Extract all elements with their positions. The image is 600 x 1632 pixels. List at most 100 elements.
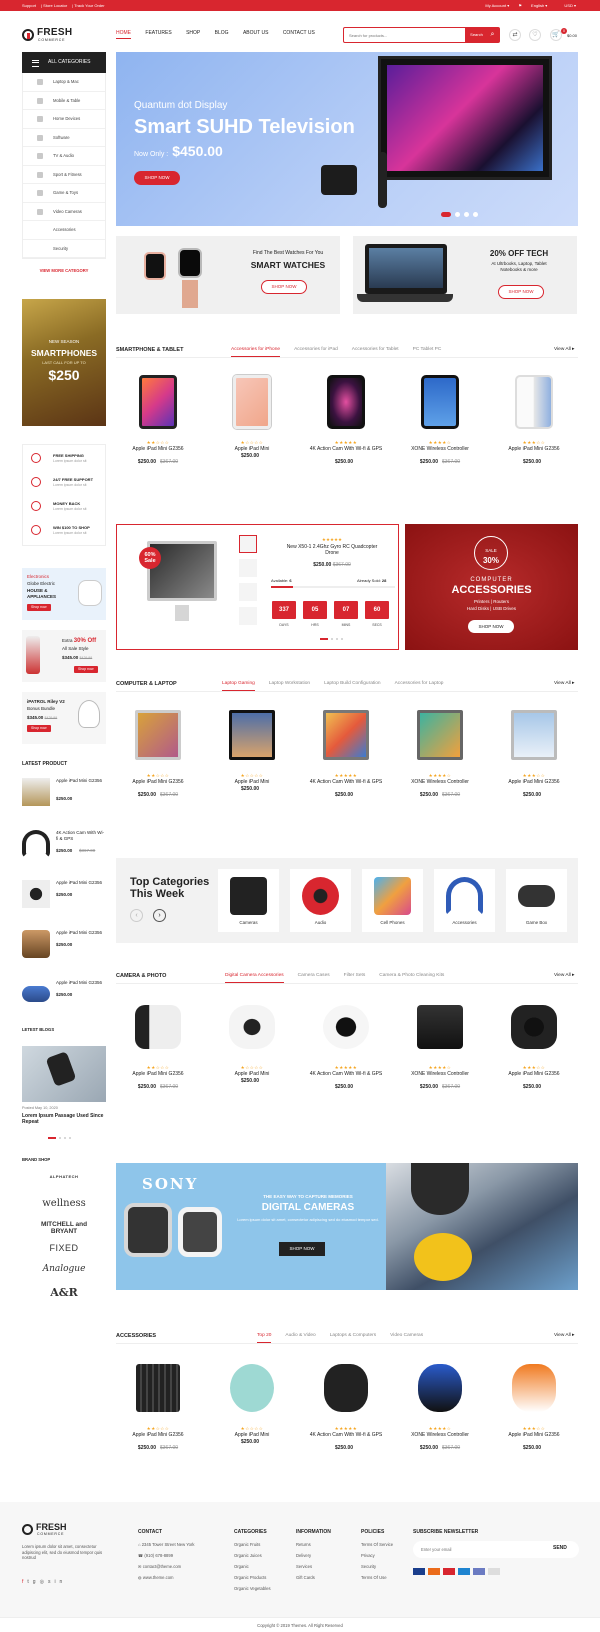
view-all-link[interactable]: View All ▸ bbox=[554, 681, 574, 686]
product-name[interactable]: Apple iPad Mini G2356 bbox=[116, 1071, 200, 1077]
category-item[interactable]: Home Devices bbox=[23, 110, 105, 129]
product-name[interactable]: 4K Action Cam With Wi-fi & GPS bbox=[304, 779, 388, 785]
category-card[interactable]: Cell Phones bbox=[362, 869, 423, 932]
footer-logo[interactable]: FRESH COMMERCE bbox=[22, 1522, 72, 1540]
category-item[interactable]: Sport & Fitness bbox=[23, 166, 105, 184]
view-more-category-link[interactable]: VIEW MORE CATEGORY bbox=[22, 264, 106, 278]
blog-image[interactable] bbox=[22, 1046, 106, 1102]
product-name[interactable]: Apple iPad Mini bbox=[210, 446, 294, 452]
brand-logo[interactable]: A&R bbox=[22, 1286, 106, 1299]
shop-now-button[interactable]: SHOP NOW bbox=[279, 1242, 325, 1256]
product-card[interactable]: ★☆☆☆☆ Apple iPad Mini $250.00 bbox=[210, 1350, 294, 1462]
compare-icon[interactable]: ⇄ bbox=[509, 29, 521, 41]
next-arrow-icon[interactable]: › bbox=[153, 909, 166, 922]
product-card[interactable]: ★★★★★ 4K Action Cam With Wi-fi & GPS $250.… bbox=[304, 697, 388, 809]
my-account-dropdown[interactable]: My Account ▾ bbox=[477, 3, 509, 8]
product-name[interactable]: Apple iPad Mini G2356 bbox=[116, 779, 200, 785]
product-name[interactable]: Apple iPad Mini bbox=[210, 1071, 294, 1077]
search-button[interactable]: Search bbox=[465, 28, 488, 42]
product-name[interactable]: Apple iPad Mini G2356 bbox=[492, 1071, 576, 1077]
shop-now-button[interactable]: Shop now bbox=[27, 604, 51, 611]
tab[interactable]: Accessories for Laptop bbox=[395, 681, 444, 686]
product-name[interactable]: 4K Action Cam With Wi-fi & GPS bbox=[304, 1071, 388, 1077]
linkedin-icon[interactable]: in bbox=[54, 1579, 66, 1585]
product-card[interactable]: ★★★★☆ XONE Wireless Controller $250.00 $367… bbox=[398, 364, 482, 476]
footer-link[interactable]: Organic Products bbox=[234, 1575, 266, 1580]
product-card[interactable]: ★★★☆☆ Apple iPad Mini G2356 $250.00 bbox=[492, 1350, 576, 1462]
product-name[interactable]: XONE Wireless Controller bbox=[398, 446, 482, 452]
category-card[interactable]: Accessories bbox=[434, 869, 495, 932]
footer-link[interactable]: Returns bbox=[296, 1542, 311, 1547]
tab[interactable]: Video Cameras bbox=[390, 1333, 423, 1338]
footer-link[interactable]: Terms Of Service bbox=[361, 1542, 393, 1547]
smartphones-promo-banner[interactable]: NEW SEASON SMARTPHONES LAST CALL FOR UP … bbox=[22, 299, 106, 426]
mini-product[interactable]: Apple iPad Mini G2356 $250.00 bbox=[22, 926, 106, 966]
nav-home[interactable]: HOME bbox=[116, 30, 131, 39]
product-card[interactable]: ★★★★★ 4K Action Cam With Wi-fi & GPS $250.… bbox=[304, 364, 388, 476]
thumbnail[interactable] bbox=[239, 583, 257, 601]
blog-carousel-dots[interactable] bbox=[48, 1137, 78, 1140]
mini-product[interactable]: 4K Action Cam With Wi-fi & GPS $250.00 $36… bbox=[22, 826, 106, 866]
deal-carousel-dots[interactable] bbox=[320, 638, 350, 641]
product-name[interactable]: 4K Action Cam With Wi-fi & GPS bbox=[304, 446, 388, 452]
category-item[interactable]: Security bbox=[23, 240, 105, 258]
computer-accessories-banner[interactable]: SALE 30% COMPUTER ACCESSORIES Printers | … bbox=[405, 524, 578, 650]
product-card[interactable]: ★☆☆☆☆ Apple iPad Mini $250.00 bbox=[210, 364, 294, 476]
product-card[interactable]: ★★★★☆ XONE Wireless Controller $250.00 $367… bbox=[398, 1350, 482, 1462]
email-link[interactable]: ✉ contact@theme.com bbox=[138, 1564, 181, 1569]
tab[interactable]: Accessories for Tablet bbox=[352, 347, 399, 352]
category-card[interactable]: Cameras bbox=[218, 869, 279, 932]
instagram-icon[interactable]: ◎ bbox=[40, 1579, 48, 1585]
product-name[interactable]: XONE Wireless Controller bbox=[398, 779, 482, 785]
all-categories-button[interactable]: ALL CATEGORIES bbox=[22, 52, 106, 73]
product-name[interactable]: Apple iPad Mini G2356 bbox=[116, 446, 200, 452]
footer-link[interactable]: Organic Juices bbox=[234, 1553, 262, 1558]
product-card[interactable]: ★☆☆☆☆ Apple iPad Mini $250.00 bbox=[210, 697, 294, 809]
product-name[interactable]: Apple iPad Mini G2356 bbox=[116, 1432, 200, 1438]
nav-about[interactable]: ABOUT US bbox=[243, 30, 268, 36]
product-name[interactable]: Apple iPad Mini G2356 bbox=[492, 1432, 576, 1438]
tab[interactable]: Laptops & Computers bbox=[330, 1333, 376, 1338]
footer-link[interactable]: Organic Fruits bbox=[234, 1542, 260, 1547]
footer-link[interactable]: Terms Of Use bbox=[361, 1575, 387, 1580]
product-name[interactable]: 4K Action Cam With Wi-fi & GPS bbox=[304, 1432, 388, 1438]
thumbnail[interactable] bbox=[239, 535, 257, 553]
product-card[interactable]: ★★★★★ 4K Action Cam With Wi-fi & GPS $250.… bbox=[304, 989, 388, 1101]
tab[interactable]: Camera & Photo Cleaning Kits bbox=[379, 973, 444, 978]
tab[interactable]: Camera Cases bbox=[298, 973, 330, 978]
nav-features[interactable]: FEATURES bbox=[145, 30, 171, 36]
appliances-banner[interactable]: Electronics Globe Electric HOUSE & APPLI… bbox=[22, 568, 106, 620]
view-all-link[interactable]: View All ▸ bbox=[554, 1333, 574, 1338]
search-input[interactable] bbox=[344, 28, 452, 42]
category-item[interactable]: Game & Toys bbox=[23, 184, 105, 203]
hero-carousel-dots[interactable] bbox=[441, 204, 482, 222]
hero-banner[interactable]: Quantum dot Display Smart SUHD Televisio… bbox=[116, 52, 578, 226]
tab[interactable]: Laptop Workstation bbox=[269, 681, 310, 686]
footer-link[interactable]: Delivery bbox=[296, 1553, 311, 1558]
smart-watches-banner[interactable]: Find The Best Watches For You SMART WATC… bbox=[116, 236, 340, 314]
product-card[interactable]: ★★☆☆☆ Apple iPad Mini G2356 $250.00 $367.00 bbox=[116, 989, 200, 1101]
footer-link[interactable]: Services bbox=[296, 1564, 312, 1569]
mini-product[interactable]: Apple iPad Mini G2356 $250.00 bbox=[22, 774, 106, 814]
sony-cameras-banner[interactable]: SONY THE EASY WAY TO CAPTURE MEMORIES DI… bbox=[116, 1163, 578, 1290]
tab[interactable]: Accessories for iPhone bbox=[231, 347, 281, 357]
tab[interactable]: Filter Sets bbox=[344, 973, 366, 978]
newsletter-send-button[interactable]: SEND bbox=[553, 1545, 567, 1551]
prev-arrow-icon[interactable]: ‹ bbox=[130, 909, 143, 922]
googleplus-icon[interactable]: g bbox=[33, 1579, 40, 1585]
thumbnail[interactable] bbox=[239, 559, 257, 577]
nav-shop[interactable]: SHOP bbox=[186, 30, 200, 36]
website-link[interactable]: ◍ www.theme.com bbox=[138, 1575, 174, 1580]
view-all-link[interactable]: View All ▸ bbox=[554, 347, 574, 352]
thumbnail[interactable] bbox=[239, 607, 257, 625]
footer-link[interactable]: Privacy bbox=[361, 1553, 375, 1558]
nav-blog[interactable]: BLOG bbox=[215, 30, 229, 36]
search-icon[interactable]: ⌕ bbox=[486, 28, 499, 42]
currency-dropdown[interactable]: USD ▾ bbox=[556, 3, 576, 8]
category-item[interactable]: Accessories bbox=[23, 221, 105, 240]
hero-shop-now-button[interactable]: SHOP NOW bbox=[134, 171, 180, 185]
tech-offer-banner[interactable]: 20% OFF TECH At Ultrbooks, Laptop, Table… bbox=[353, 236, 577, 314]
category-item[interactable]: Video Cameras bbox=[23, 203, 105, 221]
nav-contact[interactable]: CONTACT US bbox=[283, 30, 315, 36]
view-all-link[interactable]: View All ▸ bbox=[554, 973, 574, 978]
